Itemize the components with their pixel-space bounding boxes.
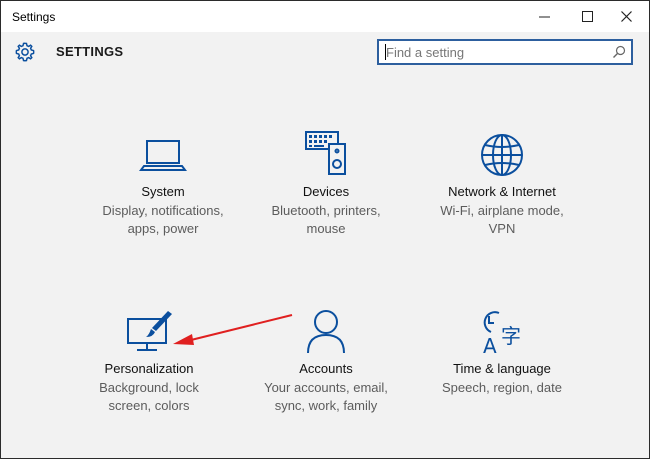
description-line: Background, lock	[99, 380, 199, 395]
svg-text:A: A	[483, 334, 497, 357]
category-name: Network & Internet	[448, 184, 556, 199]
close-icon	[621, 11, 632, 22]
title-bar[interactable]: Settings	[1, 1, 649, 32]
settings-window: Settings SETTINGS Find a setting System …	[0, 0, 650, 459]
clock-language-icon: A 字	[483, 311, 521, 357]
description-line: apps, power	[127, 221, 199, 236]
category-name: System	[141, 184, 185, 199]
maximize-icon	[582, 11, 593, 22]
description-line: Your accounts, email,	[264, 380, 388, 395]
description-line: mouse	[306, 221, 346, 236]
keyboard-speaker-icon	[305, 131, 346, 175]
page-title: SETTINGS	[56, 44, 124, 59]
category-description: Your accounts, email, sync, work, family	[241, 379, 411, 415]
category-description: Background, lock screen, colors	[64, 379, 234, 415]
category-personalization[interactable]: Personalization Background, lock screen,…	[64, 303, 234, 423]
minimize-button[interactable]	[522, 1, 568, 32]
description-line: VPN	[488, 221, 516, 236]
window-title: Settings	[12, 10, 56, 24]
category-description: Display, notifications, apps, power	[78, 202, 248, 238]
category-time-language[interactable]: A 字 Time & language Speech, region, date	[417, 303, 587, 423]
description-line: Wi-Fi, airplane mode,	[440, 203, 564, 218]
description-line: screen, colors	[108, 398, 190, 413]
person-icon	[307, 310, 345, 354]
category-name: Time & language	[453, 361, 551, 376]
category-description: Speech, region, date	[417, 379, 587, 397]
category-description: Bluetooth, printers, mouse	[241, 202, 411, 238]
category-devices[interactable]: Devices Bluetooth, printers, mouse	[241, 126, 411, 246]
search-box[interactable]	[377, 39, 633, 65]
category-description: Wi-Fi, airplane mode, VPN	[417, 202, 587, 238]
svg-text:字: 字	[501, 324, 521, 348]
category-network-internet[interactable]: Network & Internet Wi-Fi, airplane mode,…	[417, 126, 587, 246]
category-system[interactable]: System Display, notifications, apps, pow…	[78, 126, 248, 246]
close-button[interactable]	[604, 1, 649, 32]
minimize-icon	[539, 16, 550, 18]
category-name: Devices	[302, 184, 350, 199]
category-name: Accounts	[299, 361, 353, 376]
description-line: Bluetooth, printers,	[271, 203, 381, 218]
description-line: Speech, region, date	[442, 380, 562, 395]
category-name: Personalization	[104, 361, 194, 376]
description-line: sync, work, family	[274, 398, 378, 413]
category-accounts[interactable]: Accounts Your accounts, email, sync, wor…	[241, 303, 411, 423]
description-line: Display, notifications,	[102, 203, 224, 218]
gear-icon	[15, 42, 35, 62]
search-input[interactable]	[386, 44, 611, 60]
laptop-icon	[139, 140, 187, 171]
monitor-brush-icon	[127, 311, 172, 351]
settings-header: SETTINGS	[1, 32, 649, 72]
globe-icon	[481, 134, 523, 176]
search-icon[interactable]	[612, 45, 626, 59]
